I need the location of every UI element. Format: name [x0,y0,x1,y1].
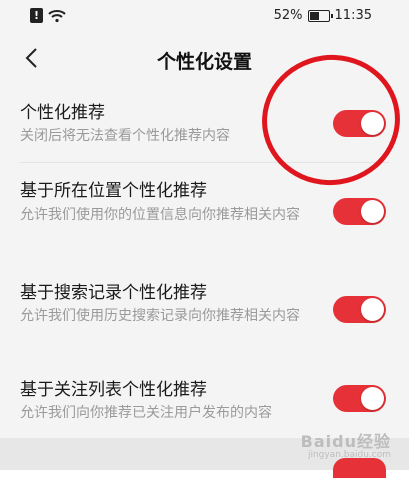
toggle-following[interactable] [333,385,386,412]
battery-percent: 52% [273,8,303,23]
toggle-location[interactable] [333,198,386,225]
clock: 11:35 [334,8,372,23]
toggle-knob [361,200,384,223]
battery-icon [307,9,333,22]
watermark: Baidu经验 jingyan.baidu.com [301,428,391,460]
divider [20,162,389,163]
status-left: ! [30,8,66,23]
setting-description: 关闭后将无法查看个性化推荐内容 [20,128,230,144]
alert-icon: ! [30,8,43,23]
wifi-icon [48,9,66,22]
watermark-url: jingyan.baidu.com [307,450,391,460]
status-bar: ! 52% 11:35 [0,0,409,34]
page-title: 个性化设置 [156,51,252,73]
setting-title: 个性化推荐 [20,103,105,123]
toggle-personalized[interactable] [333,110,386,137]
next-toggle-partial[interactable] [333,458,386,478]
toggle-knob [361,298,384,321]
toggle-knob [361,387,384,410]
watermark-brand: Baidu经验 [300,432,391,451]
settings-list: 个性化推荐 关闭后将无法查看个性化推荐内容 基于所在位置个性化推荐 允许我们使用… [0,82,409,438]
setting-description: 允许我们使用历史搜索记录向你推荐相关内容 [20,308,300,324]
setting-row-location: 基于所在位置个性化推荐 允许我们使用你的位置信息向你推荐相关内容 [0,164,409,262]
setting-description: 允许我们使用你的位置信息向你推荐相关内容 [20,207,300,223]
setting-row-search-history: 基于搜索记录个性化推荐 允许我们使用历史搜索记录向你推荐相关内容 [0,262,409,360]
header: 个性化设置 [0,34,409,82]
status-right: 52% 11:35 [274,8,372,23]
setting-title: 基于关注列表个性化推荐 [20,380,207,400]
toggle-search-history[interactable] [333,296,386,323]
setting-description: 允许我们向你推荐已关注用户发布的内容 [20,405,272,421]
toggle-knob [361,112,384,135]
setting-row-following: 基于关注列表个性化推荐 允许我们向你推荐已关注用户发布的内容 [0,360,409,438]
setting-title: 基于搜索记录个性化推荐 [20,283,207,303]
setting-row-personalized: 个性化推荐 关闭后将无法查看个性化推荐内容 [0,82,409,164]
setting-title: 基于所在位置个性化推荐 [20,181,207,201]
